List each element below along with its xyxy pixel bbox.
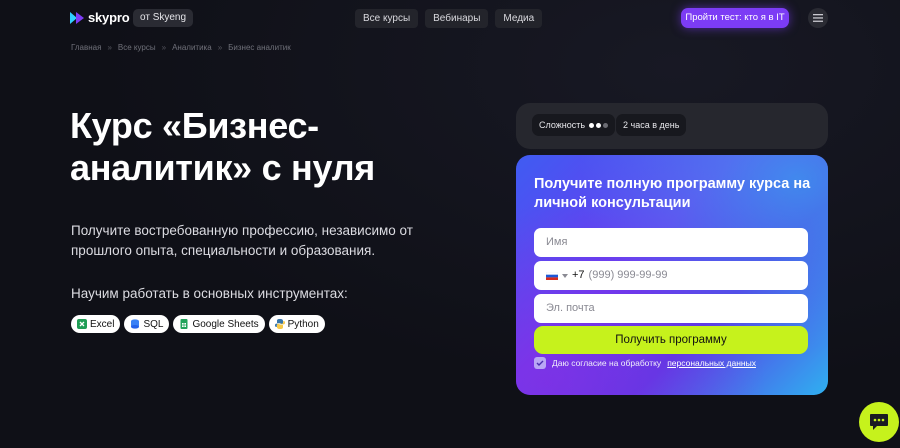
- skypro-logo-icon: [70, 11, 84, 24]
- logo-text: skypro: [88, 10, 130, 25]
- breadcrumb-separator: »: [161, 43, 167, 52]
- course-info-card: Сложность 2 часа в день: [516, 103, 828, 149]
- tool-chip-excel: Excel: [71, 315, 121, 333]
- tool-chip-python: Python: [268, 315, 325, 333]
- breadcrumb-separator: »: [217, 43, 223, 52]
- consent-row: Даю согласие на обработку персональных д…: [534, 357, 756, 369]
- personal-data-link[interactable]: персональных данных: [667, 358, 756, 368]
- main-nav: Все курсы Вебинары Медиа: [355, 9, 543, 28]
- hamburger-icon: [813, 14, 823, 22]
- phone-country-code: +7: [572, 269, 585, 281]
- russia-flag-icon: [546, 271, 558, 280]
- breadcrumb-analytics[interactable]: Аналитика: [172, 43, 212, 52]
- chat-icon: [870, 414, 888, 430]
- breadcrumb-all-courses[interactable]: Все курсы: [118, 43, 156, 52]
- difficulty-dot: [589, 122, 595, 128]
- page-title: Курс «Бизнес-аналитик» с нуля: [70, 105, 375, 188]
- phone-mask: (999) 999-99-99: [588, 269, 668, 281]
- tool-label: Google Sheets: [192, 318, 259, 330]
- name-input[interactable]: [534, 228, 808, 257]
- tool-label: Python: [287, 318, 319, 330]
- phone-input[interactable]: +7 (999) 999-99-99: [534, 261, 808, 290]
- consent-checkbox[interactable]: [534, 357, 546, 369]
- from-skyeng-badge[interactable]: от Skyeng: [133, 9, 194, 27]
- consent-text: Даю согласие на обработку: [552, 358, 662, 368]
- checkmark-icon: [536, 360, 544, 366]
- python-icon: [274, 319, 285, 329]
- form-title: Получите полную программу курса на лично…: [534, 176, 811, 211]
- menu-button[interactable]: [808, 8, 828, 28]
- consultation-form: Получите полную программу курса на лично…: [516, 155, 828, 395]
- breadcrumb-separator: »: [107, 43, 112, 52]
- email-input[interactable]: [534, 294, 808, 323]
- breadcrumb-current: Бизнес аналитик: [228, 43, 291, 52]
- tool-label: SQL: [143, 318, 164, 330]
- breadcrumb-home[interactable]: Главная: [71, 43, 101, 52]
- nav-webinars[interactable]: Вебинары: [425, 9, 489, 28]
- tool-chip-sql: SQL: [124, 315, 170, 333]
- difficulty-label: Сложность: [539, 120, 586, 130]
- tool-chip-google-sheets: Google Sheets: [173, 315, 265, 333]
- difficulty-dots: [589, 122, 609, 128]
- difficulty-dot: [603, 122, 609, 128]
- nav-all-courses[interactable]: Все курсы: [355, 9, 419, 28]
- difficulty-dot: [596, 122, 602, 128]
- nav-media[interactable]: Медиа: [495, 9, 543, 28]
- logo[interactable]: skypro: [70, 10, 130, 25]
- get-program-button[interactable]: Получить программу: [534, 326, 808, 354]
- google-sheets-icon: [180, 319, 188, 329]
- excel-icon: [77, 319, 87, 329]
- tool-label: Excel: [90, 318, 115, 330]
- chevron-down-icon[interactable]: [562, 273, 568, 278]
- tools-list: Excel SQL Google Sheets Python: [71, 315, 325, 333]
- take-test-button[interactable]: Пройти тест: кто я в IT: [681, 8, 789, 28]
- hero-subtitle: Получите востребованную профессию, незав…: [71, 223, 413, 258]
- breadcrumb: Главная » Все курсы » Аналитика » Бизнес…: [71, 43, 291, 52]
- site-header: skypro от Skyeng Все курсы Вебинары Меди…: [0, 0, 900, 36]
- database-icon: [131, 319, 140, 329]
- time-chip: 2 часа в день: [616, 114, 687, 136]
- chat-button[interactable]: [859, 402, 899, 442]
- tools-title: Научим работать в основных инструментах:: [71, 286, 348, 301]
- difficulty-chip: Сложность: [532, 114, 616, 136]
